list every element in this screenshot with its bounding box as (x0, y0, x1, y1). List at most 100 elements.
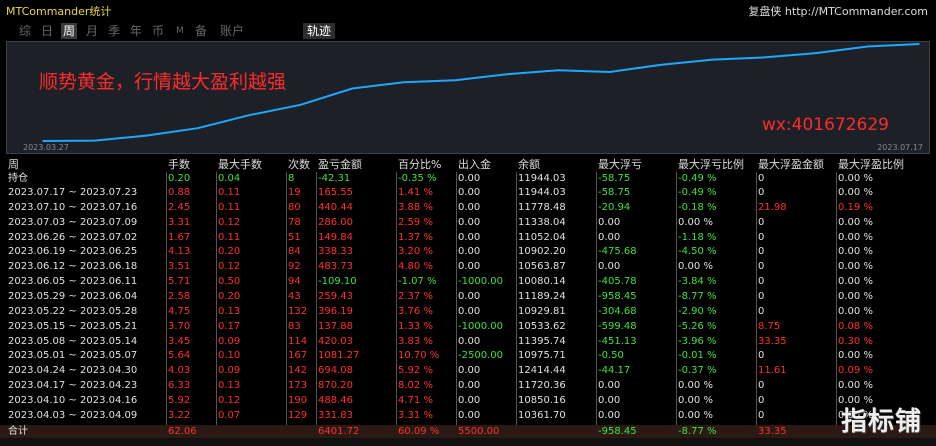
cell-max-floating-profit: 11.61 (758, 365, 787, 377)
tab-year[interactable]: 年 (128, 23, 144, 39)
column-divider (316, 172, 317, 425)
table-row[interactable]: 2023.04.10 ~ 2023.04.16 5.92 0.12 190 488.46… (0, 394, 936, 408)
cell-deposit: 0.00 (458, 305, 481, 317)
table-row[interactable]: 2023.06.05 ~ 2023.06.11 5.71 0.50 94 -109.10… (0, 275, 936, 289)
cell-max-floating-profit: 0 (758, 231, 765, 243)
equity-point (505, 73, 508, 76)
tab-day[interactable]: 日 (39, 23, 55, 39)
cell-max-floating-profit: 21.98 (758, 201, 787, 213)
tab-overall[interactable]: 综 (17, 23, 33, 39)
table-row[interactable]: 2023.06.19 ~ 2023.06.25 4.13 0.20 84 338.33 3… (0, 245, 936, 259)
tab-magic[interactable]: M (174, 23, 186, 39)
table-row[interactable]: 2023.05.01 ~ 2023.05.07 5.64 0.10 167 1081.2… (0, 349, 936, 363)
cell-max-drawdown-pct: -0.18 % (678, 201, 717, 213)
tab-quarter[interactable]: 季 (106, 23, 122, 39)
cell-percent: 4.71 % (398, 394, 433, 406)
cell-percent: 10.70 % (398, 350, 440, 362)
cell-profit: 165.55 (318, 187, 353, 198)
cell-max-drawdown: -20.94 (598, 201, 631, 213)
cell-max-drawdown-pct: -0.49 % (678, 173, 717, 184)
cell-max-lots: 0.17 (218, 320, 241, 332)
header-lots: 手数 (168, 158, 190, 171)
table-row[interactable]: 2023.05.29 ~ 2023.06.04 2.58 0.20 43 259.43 2… (0, 290, 936, 304)
table-row[interactable]: 2023.04.24 ~ 2023.04.30 4.03 0.09 142 694.08… (0, 364, 936, 378)
header-max-lots: 最大手数 (218, 158, 262, 171)
cell-max-floating-profit: 0 (758, 394, 765, 406)
cell-max-drawdown-pct: -3.96 % (678, 335, 717, 347)
header-max-floating-profit: 最大浮盈金额 (758, 158, 824, 171)
cell-deposit: 0.00 (458, 365, 481, 377)
tab-note[interactable]: 备 (193, 23, 209, 39)
tab-currency[interactable]: 币 (150, 23, 166, 39)
cell-max-drawdown: -0.50 (598, 350, 624, 362)
cell-percent: 3.83 % (398, 335, 433, 347)
equity-point (351, 87, 353, 90)
table-row[interactable]: 2023.06.12 ~ 2023.06.18 3.51 0.12 92 483.73 4… (0, 260, 936, 274)
table-header: 周 手数 最大手数 次数 盈亏金额 百分比% 出入金 余额 最大浮亏 最大浮亏比… (0, 158, 936, 172)
equity-chart: 顺势黄金，行情越大盈利越强 wx:401672629 2023.03.27 20… (6, 41, 930, 154)
chart-contact: wx:401672629 (761, 115, 889, 135)
total-max-drawdown-pct: -8.77 % (678, 426, 717, 437)
equity-point (557, 69, 560, 72)
cell-max-lots: 0.09 (218, 365, 241, 377)
cell-max-floating-profit-pct: 0.00 % (838, 350, 873, 362)
equity-point (918, 43, 920, 45)
cell-profit: 1081.27 (318, 350, 360, 362)
weekly-stats-table: 周 手数 最大手数 次数 盈亏金额 百分比% 出入金 余额 最大浮亏 最大浮亏比… (0, 156, 936, 446)
cell-week: 2023.06.26 ~ 2023.07.02 (8, 231, 138, 243)
cell-max-floating-profit: 0 (758, 380, 765, 392)
cell-max-drawdown: 0.00 (598, 394, 621, 406)
tab-track[interactable]: 轨迹 (303, 23, 336, 39)
table-row[interactable]: 2023.05.08 ~ 2023.05.14 3.45 0.09 114 420.03… (0, 335, 936, 349)
table-row[interactable]: 2023.07.17 ~ 2023.07.23 0.88 0.11 19 165.55 1… (0, 186, 936, 200)
tab-account[interactable]: 账户 (218, 23, 246, 39)
cell-week: 2023.05.01 ~ 2023.05.07 (8, 350, 138, 362)
cell-count: 173 (288, 380, 308, 392)
equity-point (42, 140, 44, 142)
cell-percent: 1.33 % (398, 320, 433, 332)
cell-lots: 3.51 (168, 261, 191, 273)
cell-max-drawdown: -405.78 (598, 276, 637, 288)
cell-deposit: 0.00 (458, 173, 481, 184)
cell-week: 2023.04.03 ~ 2023.04.09 (8, 409, 138, 421)
cell-count: 84 (288, 246, 301, 258)
cell-deposit: -2500.00 (458, 350, 503, 362)
cell-week: 2023.06.05 ~ 2023.06.11 (8, 276, 138, 288)
chart-date-end: 2023.07.17 (877, 143, 923, 152)
cell-profit: 440.44 (318, 201, 353, 213)
cell-max-floating-profit: 0 (758, 409, 765, 421)
table-row[interactable]: 2023.07.03 ~ 2023.07.09 3.31 0.12 78 286.00 2… (0, 216, 936, 230)
cell-percent: 3.76 % (398, 305, 433, 317)
table-row[interactable]: 2023.04.03 ~ 2023.04.09 3.22 0.07 129 331.83… (0, 409, 936, 423)
cell-balance: 11338.04 (518, 216, 566, 228)
total-max-floating-profit: 33.35 (758, 426, 787, 437)
tab-week[interactable]: 周 (61, 23, 78, 39)
equity-point (815, 52, 817, 54)
table-row[interactable]: 2023.05.22 ~ 2023.05.28 4.75 0.13 132 396.19… (0, 305, 936, 319)
cell-lots: 0.20 (168, 173, 191, 184)
cell-percent: 8.02 % (398, 380, 433, 392)
cell-lots: 5.71 (168, 276, 191, 288)
cell-lots: 5.92 (168, 394, 191, 406)
column-divider (596, 172, 597, 425)
table-row-open[interactable]: 持仓 0.20 0.04 8 -42.31 -0.35 % 0.00 11944.03 -58.… (0, 172, 936, 186)
table-row[interactable]: 2023.06.26 ~ 2023.07.02 1.67 0.11 51 149.84 1… (0, 231, 936, 245)
cell-profit: -109.10 (318, 276, 357, 288)
tab-month[interactable]: 月 (84, 23, 100, 39)
cell-count: 94 (288, 276, 301, 288)
cell-max-floating-profit-pct: 0.19 % (838, 201, 873, 213)
cell-balance: 10080.14 (518, 276, 566, 288)
table-row[interactable]: 2023.07.10 ~ 2023.07.16 2.45 0.11 80 440.44 3… (0, 201, 936, 215)
cell-lots: 6.33 (168, 380, 191, 392)
brand-link[interactable]: 复盘侠 http://MTCommander.com (748, 3, 928, 19)
cell-week: 2023.05.29 ~ 2023.06.04 (8, 290, 138, 302)
table-row[interactable]: 2023.04.17 ~ 2023.04.23 6.33 0.13 173 870.20… (0, 379, 936, 393)
table-row[interactable]: 2023.05.15 ~ 2023.05.21 3.70 0.17 83 137.88 1… (0, 320, 936, 334)
cell-percent: 5.92 % (398, 365, 433, 377)
cell-max-drawdown-pct: -5.26 % (678, 320, 717, 332)
cell-count: 142 (288, 365, 308, 377)
cell-max-drawdown-pct: -1.18 % (678, 231, 717, 243)
equity-point (402, 81, 405, 84)
cell-max-lots: 0.13 (218, 305, 241, 317)
cell-balance: 11944.03 (518, 173, 566, 184)
